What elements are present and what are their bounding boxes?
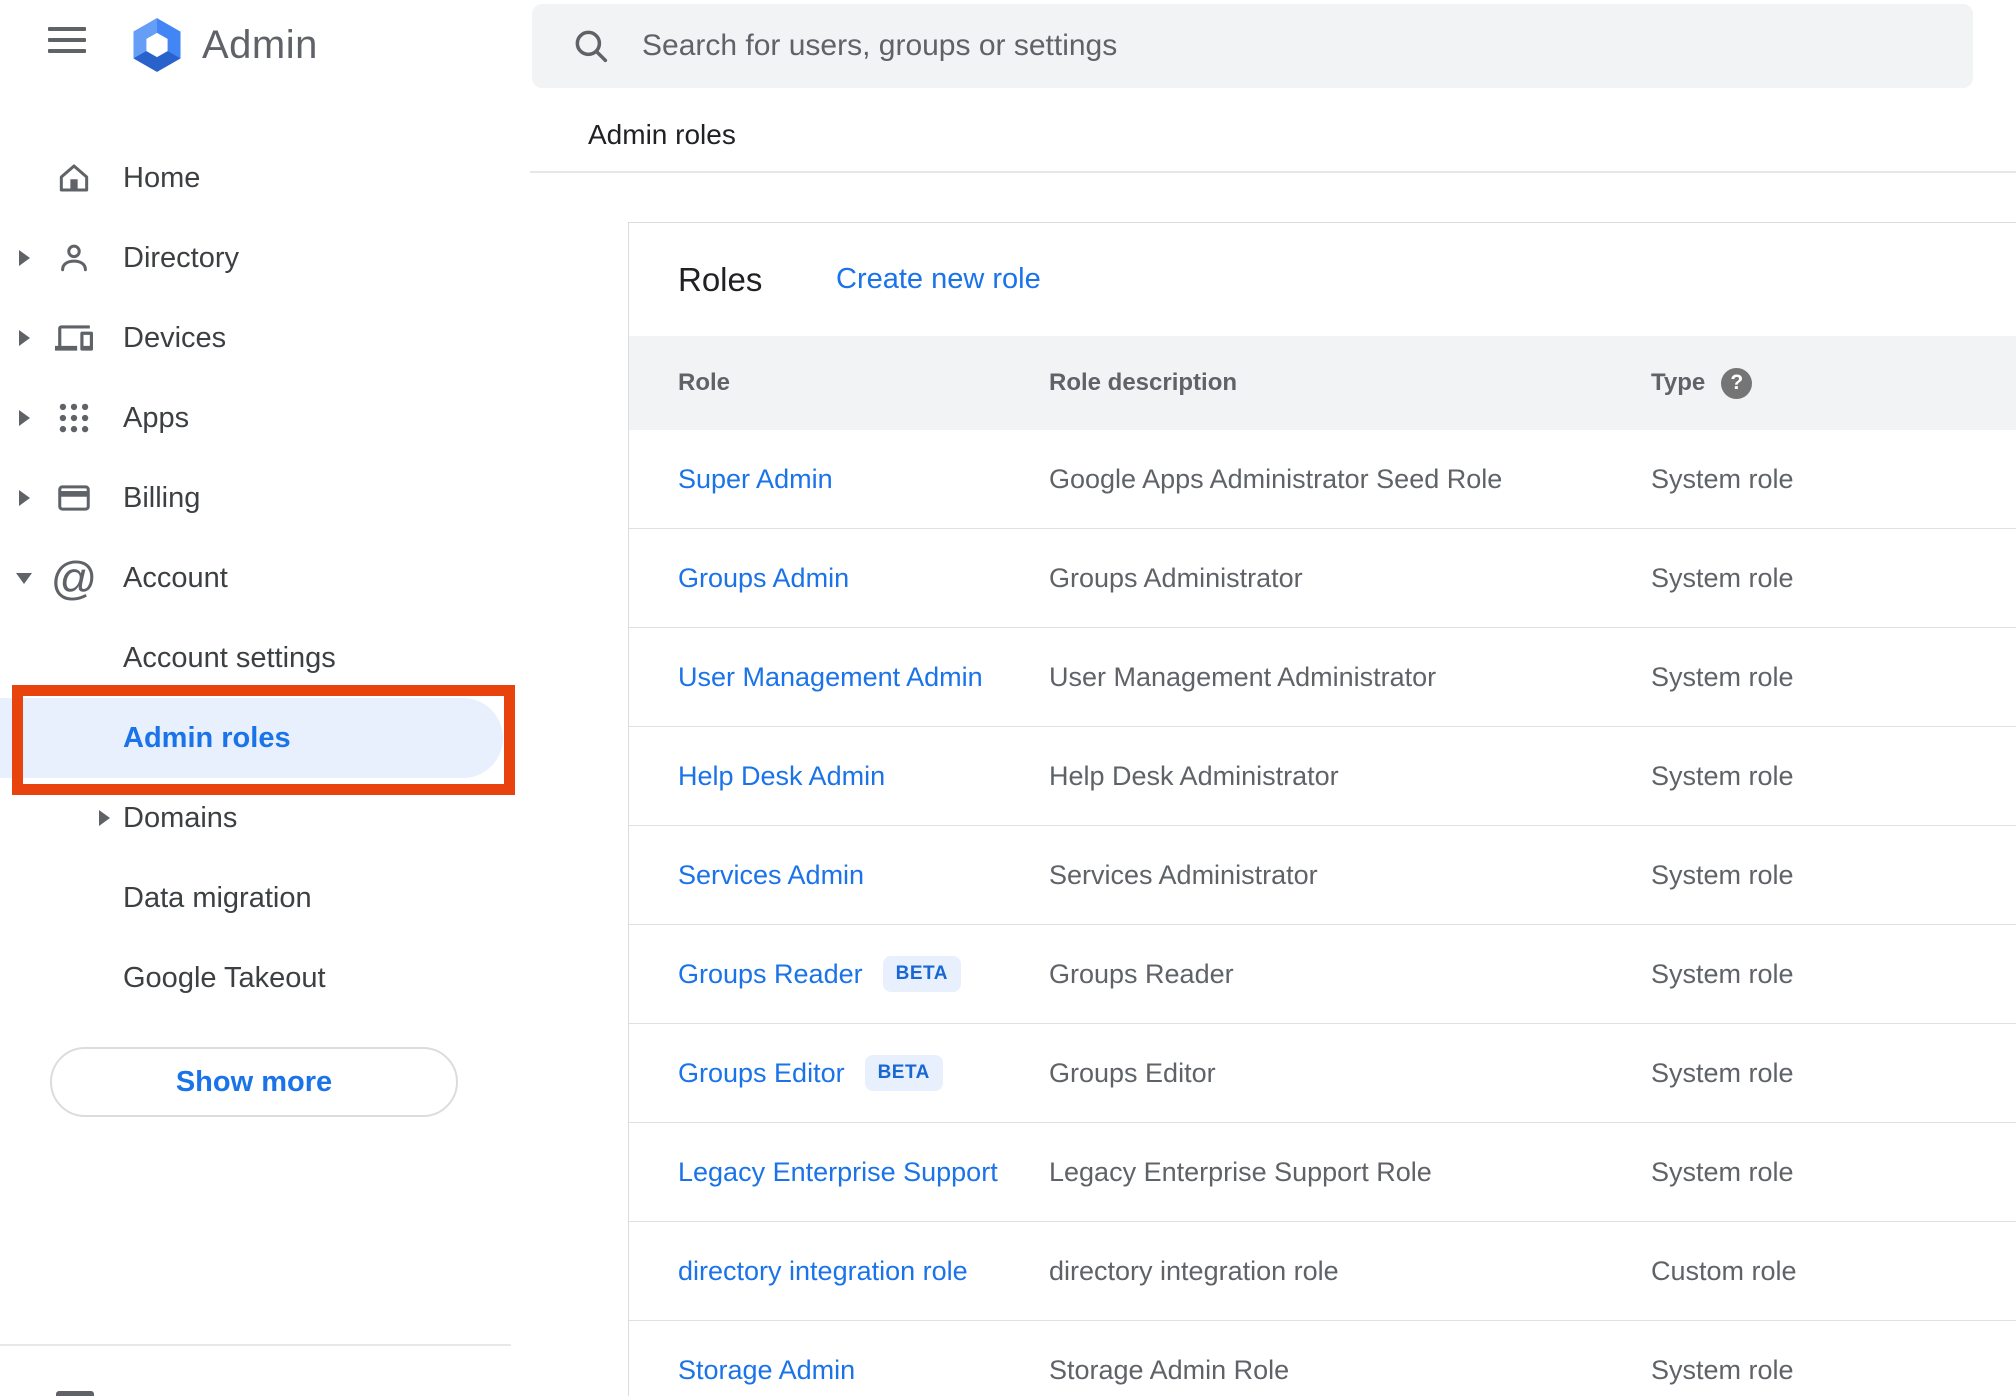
table-row: Groups Admin Groups Administrator System… (629, 529, 2016, 628)
expand-caret-icon[interactable] (19, 250, 30, 266)
sidebar-item-billing[interactable]: Billing (0, 470, 514, 526)
table-row: directory integration role directory int… (629, 1222, 2016, 1321)
table-row: Services Admin Services Administrator Sy… (629, 826, 2016, 925)
role-description: User Management Administrator (1049, 661, 1437, 692)
roles-table-body: Super Admin Google Apps Administrator Se… (629, 430, 2016, 1396)
expand-caret-icon[interactable] (19, 330, 30, 346)
show-more-button[interactable]: Show more (50, 1047, 458, 1117)
search-bar[interactable] (532, 4, 1973, 88)
role-description: Groups Editor (1049, 1057, 1216, 1088)
header-divider (530, 171, 2016, 173)
table-row: Storage Admin Storage Admin Role System … (629, 1321, 2016, 1396)
search-icon (575, 30, 608, 63)
apps-grid-icon (54, 398, 94, 438)
roles-title: Roles (678, 260, 763, 298)
role-type: Custom role (1651, 1255, 1797, 1286)
role-type: System role (1651, 1057, 1794, 1088)
table-row: User Management Admin User Management Ad… (629, 628, 2016, 727)
beta-badge: BETA (882, 956, 961, 992)
role-type: System role (1651, 859, 1794, 890)
sidebar-item-account[interactable]: @ Account (0, 550, 514, 606)
sidebar-item-google-takeout[interactable]: Google Takeout (0, 938, 514, 1018)
role-type: System role (1651, 661, 1794, 692)
column-header-type: Type (1651, 369, 1706, 396)
at-sign-icon: @ (50, 552, 98, 604)
role-type: System role (1651, 1354, 1794, 1385)
expand-caret-icon[interactable] (19, 490, 30, 506)
role-link[interactable]: Groups Admin (678, 563, 849, 594)
expand-caret-icon[interactable] (99, 810, 110, 826)
roles-card-header: Roles Create new role (629, 223, 2016, 336)
collapse-caret-icon[interactable] (16, 573, 32, 584)
partial-bottom-icon (56, 1391, 94, 1396)
role-type: System role (1651, 760, 1794, 791)
app-title: Admin (202, 23, 318, 67)
role-description: Groups Reader (1049, 958, 1234, 989)
table-row: Help Desk Admin Help Desk Administrator … (629, 727, 2016, 826)
devices-icon (54, 318, 94, 358)
role-description: Help Desk Administrator (1049, 760, 1339, 791)
role-link[interactable]: Help Desk Admin (678, 761, 885, 792)
role-description: Storage Admin Role (1049, 1354, 1290, 1385)
role-description: Services Administrator (1049, 859, 1318, 890)
table-row: Groups Editor BETA Groups Editor System … (629, 1024, 2016, 1123)
admin-logo-icon[interactable] (126, 14, 188, 76)
hamburger-menu-icon[interactable] (48, 27, 90, 63)
role-description: Legacy Enterprise Support Role (1049, 1156, 1432, 1187)
role-link[interactable]: Storage Admin (678, 1355, 855, 1386)
role-link[interactable]: Services Admin (678, 860, 864, 891)
google-admin-console: Admin Admin roles Home Directory (0, 0, 2016, 1396)
role-type: System role (1651, 958, 1794, 989)
role-link[interactable]: Super Admin (678, 464, 833, 495)
sidebar-item-domains[interactable]: Domains (0, 778, 514, 858)
expand-caret-icon[interactable] (19, 410, 30, 426)
roles-card: Roles Create new role Role Role descript… (628, 222, 2016, 1396)
role-link[interactable]: directory integration role (678, 1256, 968, 1287)
column-header-description: Role description (1049, 369, 1238, 396)
column-header-role: Role (678, 369, 731, 396)
credit-card-icon (54, 478, 94, 518)
sidebar-item-apps[interactable]: Apps (0, 390, 514, 446)
sidebar-item-account-settings[interactable]: Account settings (0, 618, 514, 698)
role-type: System role (1651, 562, 1794, 593)
page-breadcrumb: Admin roles (588, 119, 736, 150)
search-input[interactable] (640, 28, 1973, 64)
sidebar-item-devices[interactable]: Devices (0, 310, 514, 366)
sidebar-divider (0, 1344, 511, 1346)
role-type: System role (1651, 1156, 1794, 1187)
role-description: Groups Administrator (1049, 562, 1303, 593)
home-icon (54, 158, 94, 198)
person-icon (54, 238, 94, 278)
beta-badge: BETA (864, 1055, 943, 1091)
help-icon[interactable]: ? (1721, 367, 1753, 399)
role-link[interactable]: Groups Editor (678, 1058, 845, 1089)
role-link[interactable]: Groups Reader (678, 959, 863, 990)
table-row: Legacy Enterprise Support Legacy Enterpr… (629, 1123, 2016, 1222)
sidebar-item-admin-roles[interactable]: Admin roles (0, 698, 503, 778)
role-link[interactable]: Legacy Enterprise Support (678, 1157, 998, 1188)
role-type: System role (1651, 463, 1794, 494)
sidebar-item-directory[interactable]: Directory (0, 230, 514, 286)
table-header-row: Role Role description Type ? (629, 336, 2016, 430)
table-row: Super Admin Google Apps Administrator Se… (629, 430, 2016, 529)
sidebar-item-home[interactable]: Home (0, 150, 514, 206)
role-link[interactable]: User Management Admin (678, 662, 983, 693)
role-description: directory integration role (1049, 1255, 1339, 1286)
role-description: Google Apps Administrator Seed Role (1049, 463, 1503, 494)
create-new-role-link[interactable]: Create new role (836, 223, 1041, 336)
sidebar-item-data-migration[interactable]: Data migration (0, 858, 514, 938)
table-row: Groups Reader BETA Groups Reader System … (629, 925, 2016, 1024)
